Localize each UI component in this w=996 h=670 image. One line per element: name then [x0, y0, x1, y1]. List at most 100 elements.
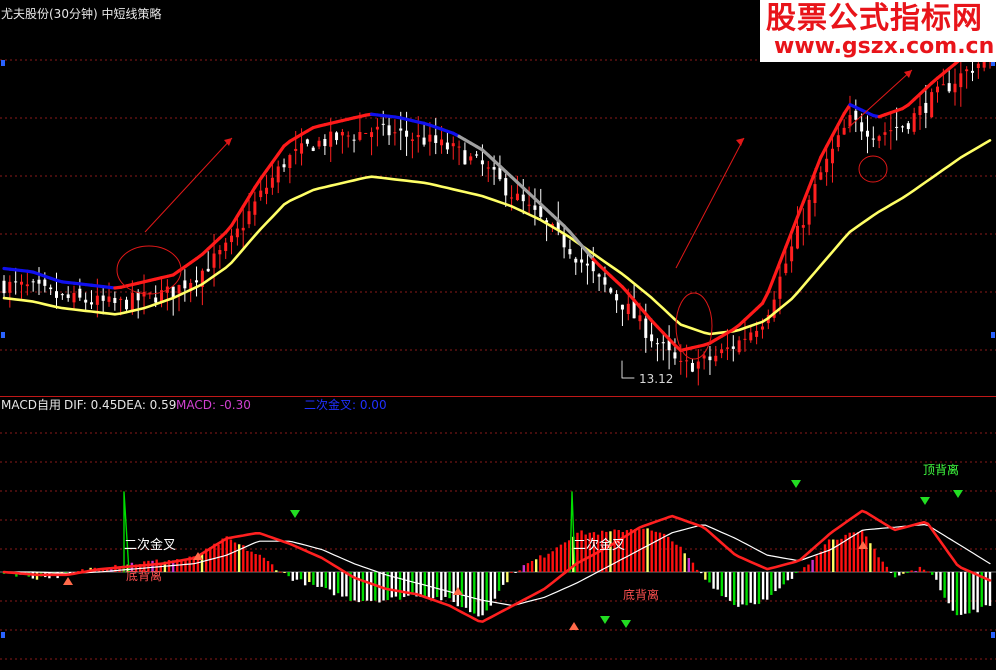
candle-body-35 — [206, 268, 210, 272]
candle-body-38 — [224, 242, 228, 252]
macd-bar-69 — [287, 572, 290, 577]
macd-bar-121 — [501, 572, 505, 585]
candle-body-6 — [37, 279, 41, 284]
candle-body-103 — [603, 277, 607, 285]
candle-body-111 — [650, 334, 654, 342]
macd-bar-62 — [258, 554, 261, 572]
candle-body-30 — [177, 285, 181, 294]
indicator-dea: DEA: 0.59 — [117, 398, 177, 412]
macd-bar-200 — [827, 539, 831, 572]
candle-body-98 — [574, 258, 578, 263]
macd-bar-135 — [559, 544, 563, 572]
macd-bar-193 — [799, 571, 802, 573]
macd-bar-199 — [823, 544, 827, 572]
macd-bar-59 — [246, 550, 249, 572]
macd-bar-183 — [757, 572, 761, 604]
candle-body-77 — [451, 143, 455, 147]
candle-body-70 — [410, 139, 414, 141]
macd-bar-171 — [708, 572, 711, 583]
macd-bar-89 — [369, 572, 373, 601]
second-cross-label-1: 二次金叉 — [124, 538, 177, 553]
candle-body-60 — [352, 139, 356, 141]
candle-body-119 — [696, 361, 700, 369]
candle-body-75 — [440, 139, 444, 146]
trend-arrow-0 — [144, 137, 233, 233]
candle-body-52 — [305, 139, 309, 144]
macd-bar-75 — [312, 572, 315, 585]
candle-body-144 — [842, 127, 846, 135]
candle-body-72 — [422, 137, 426, 145]
candle-body-156 — [912, 113, 916, 132]
macd-bar-185 — [766, 572, 769, 600]
macd-bar-116 — [481, 572, 484, 616]
candle-body-8 — [49, 287, 53, 290]
candle-body-162 — [947, 83, 951, 92]
macd-bar-72 — [299, 572, 303, 580]
macd-bar-53 — [221, 538, 224, 572]
indicator-name: MACD自用 — [1, 398, 61, 412]
macd-bar-63 — [262, 557, 266, 572]
candle-body-41 — [241, 227, 245, 231]
death-cross-arrow-5 — [953, 490, 963, 498]
candle-body-121 — [708, 356, 712, 361]
macd-bar-225 — [931, 572, 934, 575]
macd-bar-64 — [266, 560, 270, 572]
candle-body-158 — [924, 102, 928, 113]
axis-marker-5 — [991, 632, 995, 638]
macd-bar-211 — [873, 548, 876, 572]
macd-bar-93 — [386, 572, 389, 601]
macd-bar-184 — [761, 572, 765, 600]
macd-bar-179 — [741, 572, 744, 605]
candle-body-167 — [976, 63, 980, 69]
candle-body-165 — [965, 69, 969, 72]
candle-body-97 — [568, 249, 572, 255]
macd-bar-217 — [898, 572, 901, 576]
macd-bar-70 — [291, 572, 294, 581]
macd-bar-152 — [629, 529, 633, 572]
macd-bar-79 — [328, 572, 332, 590]
candle-body-90 — [527, 204, 531, 206]
macd-bar-232 — [959, 572, 963, 615]
macd-bar-201 — [832, 539, 835, 572]
candle-body-29 — [171, 286, 175, 298]
candle-body-44 — [259, 190, 263, 198]
candle-body-104 — [609, 288, 613, 293]
candle-body-31 — [183, 280, 187, 289]
candle-body-80 — [469, 156, 473, 161]
candle-body-10 — [60, 294, 64, 296]
trend-segment-139 — [813, 155, 823, 174]
macd-bar-206 — [852, 532, 856, 572]
bottom-divergence-label-1: 底背离 — [126, 569, 163, 583]
macd-bar-105 — [435, 572, 439, 598]
candle-body-64 — [375, 126, 379, 130]
macd-bar-155 — [642, 528, 645, 572]
candle-body-127 — [743, 338, 747, 340]
candle-body-136 — [795, 225, 799, 249]
death-cross-arrow-3 — [791, 480, 801, 488]
death-cross-arrow-4 — [920, 497, 930, 505]
candle-body-84 — [492, 167, 496, 170]
candle-body-87 — [510, 197, 514, 199]
macd-bar-108 — [448, 572, 451, 599]
candle-body-133 — [778, 276, 782, 299]
axis-marker-3 — [991, 332, 995, 338]
macd-bar-123 — [510, 571, 513, 573]
macd-bar-81 — [336, 572, 340, 594]
low-price-marker — [621, 360, 635, 379]
candle-body-148 — [865, 130, 869, 137]
candle-body-115 — [673, 352, 677, 359]
candle-body-43 — [253, 201, 257, 215]
candle-body-86 — [504, 178, 508, 196]
macd-bar-119 — [493, 572, 497, 599]
candle-body-15 — [90, 302, 94, 305]
candle-body-92 — [539, 205, 543, 217]
candle-body-53 — [311, 147, 315, 151]
macd-bar-234 — [968, 572, 971, 614]
candle-body-56 — [329, 131, 333, 147]
candle-body-57 — [335, 132, 339, 141]
candle-body-45 — [265, 187, 269, 194]
trend-segment-143 — [836, 111, 846, 127]
macd-bar-153 — [634, 529, 637, 572]
candle-body-65 — [381, 123, 385, 125]
macd-bar-60 — [250, 551, 253, 572]
